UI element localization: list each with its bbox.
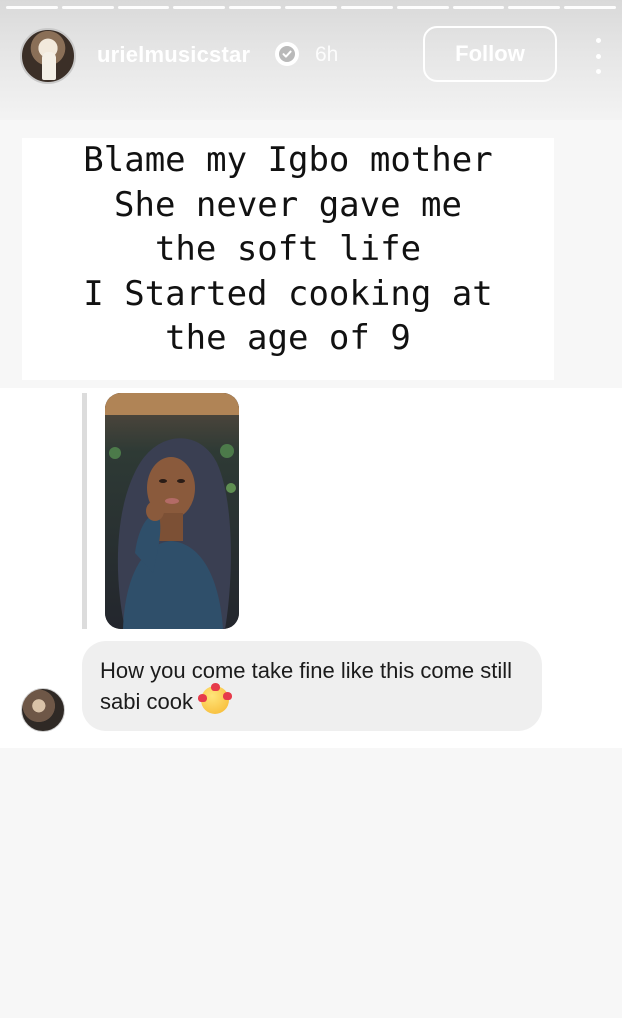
progress-segment (564, 6, 616, 9)
smiling-face-with-hearts-icon (197, 683, 232, 714)
shared-photo-thumbnail[interactable] (105, 393, 239, 629)
progress-segment (173, 6, 226, 9)
progress-segment (340, 6, 393, 9)
follow-button[interactable]: Follow (423, 26, 557, 82)
profile-avatar[interactable] (20, 28, 76, 84)
progress-segment (396, 6, 449, 9)
checkmark-icon (279, 46, 295, 62)
reply-message-bubble: How you come take fine like this come st… (82, 641, 542, 731)
progress-segment (452, 6, 505, 9)
verified-badge-icon (275, 42, 299, 66)
progress-segment (285, 6, 337, 9)
post-time: 6h (315, 43, 339, 66)
story-viewer: urielmusicstar 6h Follow Blame my Igbo m… (0, 0, 622, 1018)
story-progress-bar (6, 6, 616, 9)
progress-segment (6, 6, 58, 9)
progress-segment (508, 6, 561, 9)
story-header: urielmusicstar 6h Follow (0, 22, 622, 88)
reply-quote-bar (82, 393, 87, 629)
story-text-line: Blame my Igbo mother (83, 140, 493, 180)
progress-segment (117, 6, 170, 9)
progress-segment (229, 6, 282, 9)
progress-segment (61, 6, 114, 9)
story-text-line: She never gave me (114, 184, 462, 225)
story-text-box: Blame my Igbo mother She never gave me t… (22, 138, 554, 380)
reply-message-text: How you come take fine like this come st… (100, 658, 513, 714)
story-text-line: the soft life (154, 229, 422, 269)
replier-avatar[interactable] (21, 688, 65, 732)
story-text-line: I Started cooking at (83, 273, 493, 314)
story-text-line: the age of 9 (165, 318, 411, 358)
portrait-photo-image (105, 393, 239, 629)
more-options-icon[interactable] (592, 38, 604, 74)
username[interactable]: urielmusicstar (97, 42, 250, 68)
